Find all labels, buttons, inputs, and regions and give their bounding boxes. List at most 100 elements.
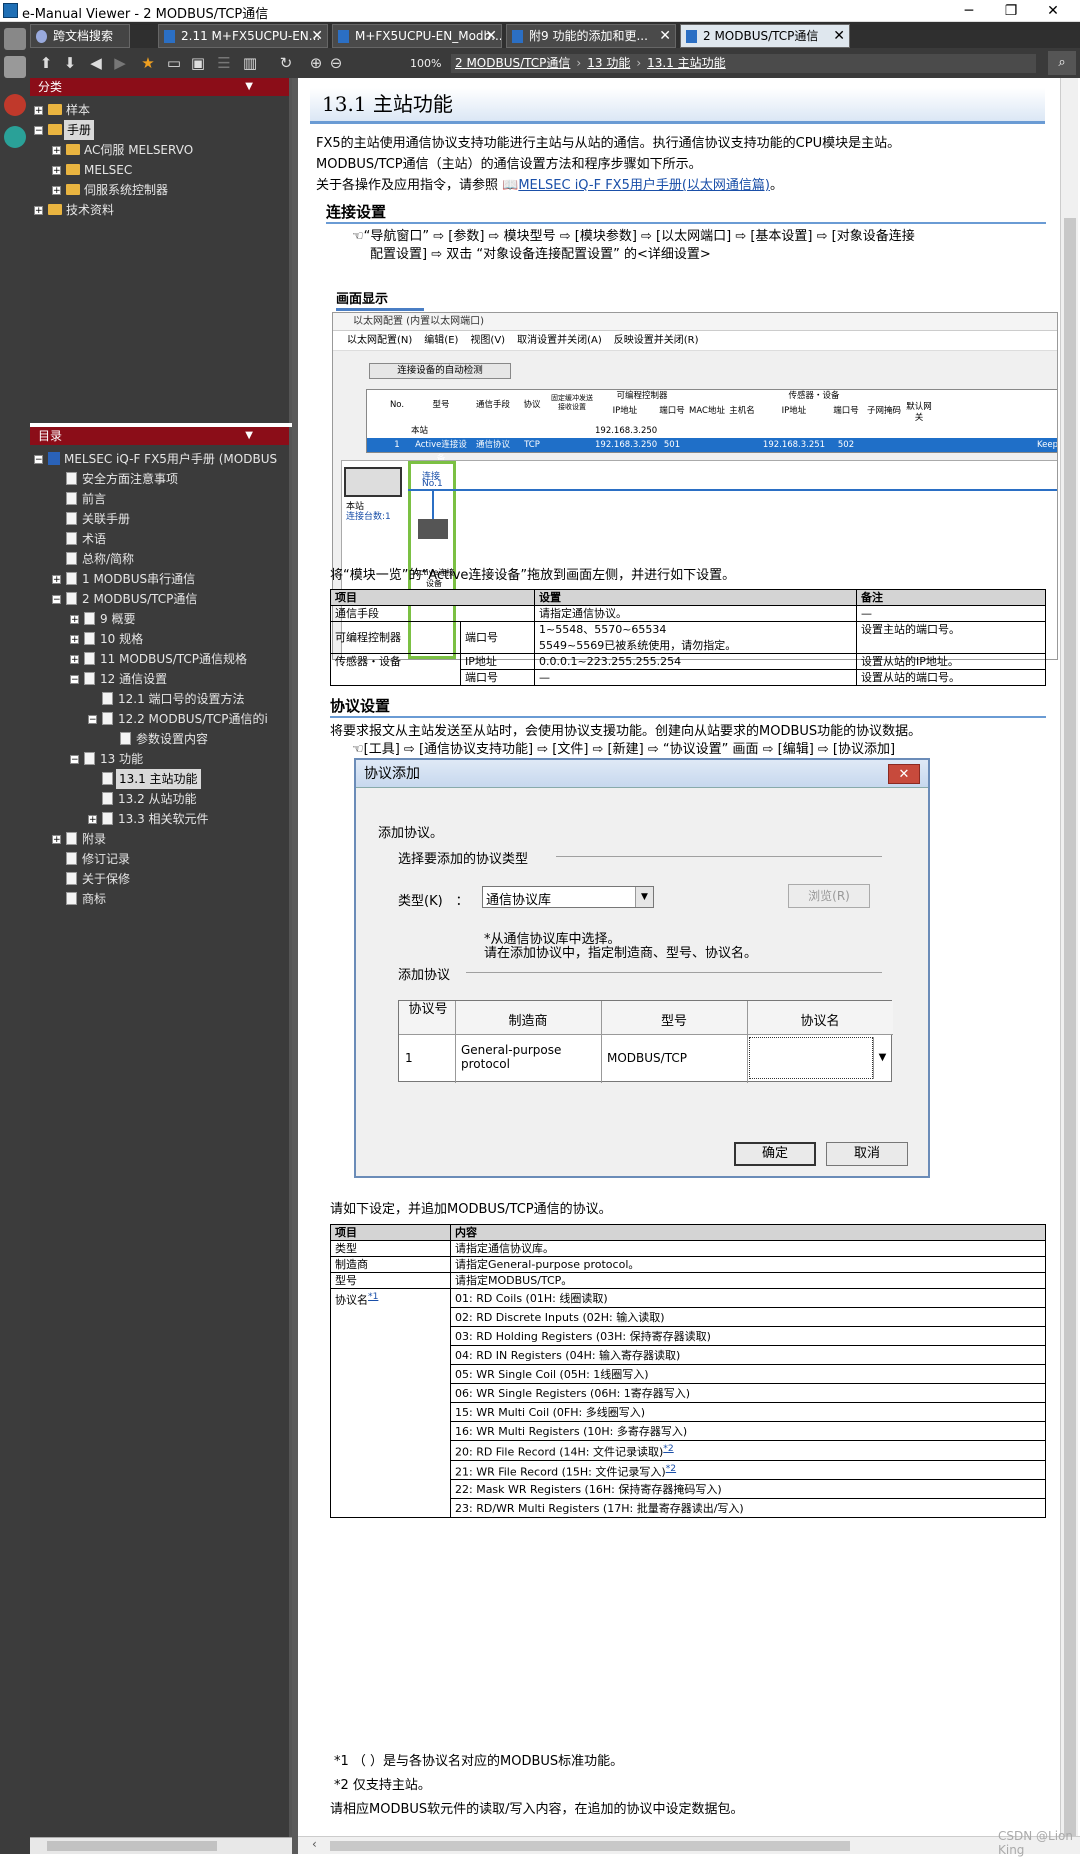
triangle-down-icon[interactable]: ▼: [245, 78, 253, 96]
toc-item[interactable]: 12.1 端口号的设置方法: [30, 689, 289, 709]
protocol-name-input[interactable]: [749, 1037, 873, 1079]
toc-item[interactable]: 前言: [30, 489, 289, 509]
browse-button[interactable]: 浏览(R): [788, 884, 870, 908]
toc-item[interactable]: 总称/简称: [30, 549, 289, 569]
toc-item[interactable]: 关于保修: [30, 869, 289, 889]
toc-item[interactable]: 参数设置内容: [30, 729, 289, 749]
back-icon[interactable]: ◀: [86, 53, 106, 73]
collapse-icon[interactable]: −: [70, 755, 79, 765]
tree-item[interactable]: + 技术资料: [30, 200, 289, 220]
tree-item[interactable]: + AC伺服 MELSERVO: [30, 140, 289, 160]
toc-item[interactable]: − 2 MODBUS/TCP通信: [30, 589, 289, 609]
close-icon[interactable]: ✕: [659, 25, 671, 47]
scroll-left-icon[interactable]: ‹: [312, 1837, 317, 1851]
expand-icon[interactable]: +: [70, 655, 79, 665]
footnote-link[interactable]: *2: [666, 1463, 676, 1474]
refresh-icon[interactable]: ↻: [276, 53, 296, 73]
expand-icon[interactable]: +: [70, 615, 79, 625]
toc-horizontal-scrollbar[interactable]: [30, 1837, 292, 1854]
list-icon[interactable]: ☰: [214, 53, 234, 73]
arrow-down-icon[interactable]: ⬇: [60, 53, 80, 73]
toc-item[interactable]: 关联手册: [30, 509, 289, 529]
toc-item[interactable]: 商标: [30, 889, 289, 909]
collapse-icon[interactable]: −: [52, 595, 61, 605]
expand-icon[interactable]: +: [88, 815, 97, 825]
manual-link[interactable]: MELSEC iQ-F FX5用户手册(以太网通信篇): [518, 178, 770, 193]
arrow-up-icon[interactable]: ⬆: [36, 53, 56, 73]
collapse-icon[interactable]: −: [34, 455, 43, 465]
content-vertical-scrollbar[interactable]: [1060, 78, 1078, 1838]
toc-item[interactable]: 术语: [30, 529, 289, 549]
toc-item[interactable]: − 12.2 MODBUS/TCP通信的i: [30, 709, 289, 729]
toc-item[interactable]: − 13 功能: [30, 749, 289, 769]
ok-button[interactable]: 确定: [734, 1142, 816, 1166]
triangle-down-icon[interactable]: ▼: [245, 427, 253, 445]
close-icon[interactable]: ✕: [888, 764, 920, 784]
cancel-button[interactable]: 取消: [826, 1142, 908, 1166]
expand-icon[interactable]: +: [34, 206, 43, 216]
tree-item[interactable]: + MELSEC: [30, 160, 289, 180]
scroll-thumb[interactable]: [47, 1841, 217, 1851]
toc-item[interactable]: +10 规格: [30, 629, 289, 649]
tree-item[interactable]: − 手册: [30, 120, 289, 140]
toc-item[interactable]: − 12 通信设置: [30, 669, 289, 689]
toc-panel-header[interactable]: 目录 ▼: [30, 427, 289, 445]
expand-icon[interactable]: +: [52, 575, 61, 585]
expand-icon[interactable]: +: [34, 106, 43, 116]
zoom-out-icon[interactable]: ⊖: [326, 53, 346, 73]
toc-item[interactable]: +11 MODBUS/TCP通信规格: [30, 649, 289, 669]
comment-icon[interactable]: ▭: [164, 53, 184, 73]
collapse-icon[interactable]: −: [88, 715, 97, 725]
scroll-thumb[interactable]: [330, 1841, 850, 1851]
print-icon[interactable]: [4, 56, 26, 78]
tab-doc-active[interactable]: 2 MODBUS/TCP通信 ✕: [680, 24, 850, 48]
tree-item[interactable]: + 伺服系统控制器: [30, 180, 289, 200]
toc-item[interactable]: +13.3 相关软元件: [30, 809, 289, 829]
tab-doc-1[interactable]: 2.11 M+FX5UCPU-EN... ✕: [158, 24, 328, 48]
breadcrumb-item[interactable]: 13 功能: [587, 56, 630, 70]
collapse-icon[interactable]: −: [70, 675, 79, 685]
tree-item[interactable]: + 样本: [30, 100, 289, 120]
maximize-button[interactable]: ❐: [988, 0, 1034, 22]
document-icon[interactable]: [4, 94, 26, 116]
footnote-link[interactable]: *1: [368, 1291, 378, 1302]
zoom-in-icon[interactable]: ⊕: [306, 53, 326, 73]
minimize-button[interactable]: ─: [946, 0, 992, 22]
toc-item[interactable]: +9 概要: [30, 609, 289, 629]
type-select[interactable]: 通信协议库 ▼: [482, 886, 654, 908]
toc-item[interactable]: 13.2 从站功能: [30, 789, 289, 809]
star-icon[interactable]: ★: [138, 53, 158, 73]
close-icon[interactable]: ✕: [311, 25, 323, 47]
toc-item[interactable]: 13.1 主站功能: [30, 769, 289, 789]
toc-item[interactable]: + 附录: [30, 829, 289, 849]
content-horizontal-scrollbar[interactable]: ‹: [298, 1836, 1080, 1854]
breadcrumb-item[interactable]: 13.1 主站功能: [647, 56, 726, 70]
book-icon[interactable]: [4, 126, 26, 148]
toc-item[interactable]: +1 MODBUS串行通信: [30, 569, 289, 589]
tab-cross-search[interactable]: 跨文档搜索: [30, 24, 130, 48]
expand-icon[interactable]: +: [52, 166, 61, 176]
scroll-thumb[interactable]: [1064, 218, 1076, 1838]
tab-doc-2[interactable]: M+FX5UCPU-EN_Modb... ✕: [332, 24, 502, 48]
category-panel-header[interactable]: 分类 ▼: [30, 78, 289, 96]
search-icon[interactable]: ⌕: [1048, 51, 1076, 75]
toc-item[interactable]: 修订记录: [30, 849, 289, 869]
toc-item[interactable]: − MELSEC iQ-F FX5用户手册 (MODBUS: [30, 449, 289, 469]
columns-icon[interactable]: ▥: [240, 53, 260, 73]
chevron-down-icon[interactable]: ▼: [873, 1037, 891, 1079]
collapse-icon[interactable]: −: [34, 126, 43, 136]
breadcrumb-item[interactable]: 2 MODBUS/TCP通信: [455, 56, 570, 70]
forward-icon[interactable]: ▶: [110, 53, 130, 73]
gear-icon[interactable]: [4, 28, 26, 50]
close-button[interactable]: ✕: [1030, 0, 1076, 22]
footnote-link[interactable]: *2: [663, 1443, 673, 1454]
expand-icon[interactable]: +: [52, 186, 61, 196]
tab-doc-3[interactable]: 附9 功能的添加和更... ✕: [506, 24, 676, 48]
expand-icon[interactable]: +: [70, 635, 79, 645]
expand-icon[interactable]: +: [52, 146, 61, 156]
close-icon[interactable]: ✕: [485, 25, 497, 47]
close-icon[interactable]: ✕: [833, 25, 845, 47]
toc-item[interactable]: 安全方面注意事项: [30, 469, 289, 489]
expand-icon[interactable]: +: [52, 835, 61, 845]
chevron-down-icon[interactable]: ▼: [635, 887, 653, 907]
